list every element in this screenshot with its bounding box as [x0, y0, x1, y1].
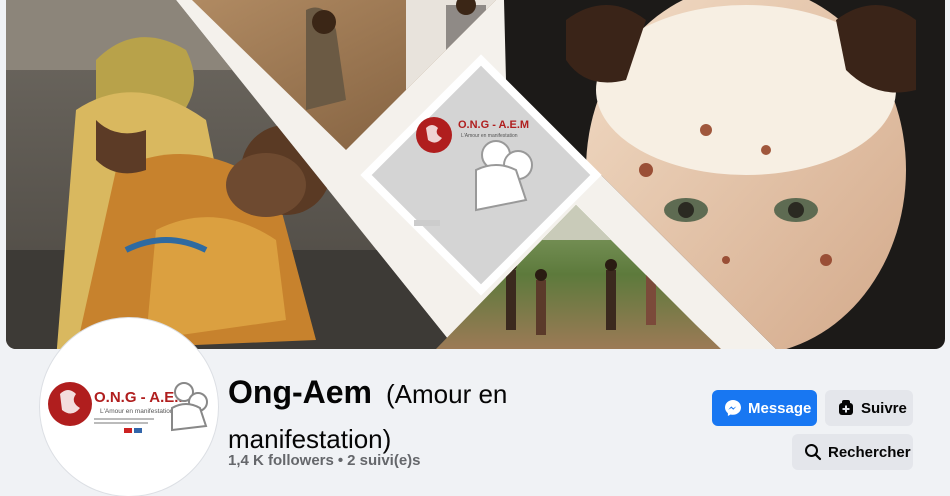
page-subtitle-line1: (Amour en	[386, 379, 508, 409]
page-avatar[interactable]: O.N.G - A.E.M L'Amour en manifestation	[40, 318, 218, 496]
follow-button[interactable]: Suivre	[825, 390, 913, 426]
page-name: Ong-Aem	[228, 374, 372, 410]
page-title: Ong-Aem (Amour en manifestation)	[228, 372, 608, 459]
message-button[interactable]: Message	[712, 390, 817, 426]
cover-photo[interactable]: O.N.G - A.E.M L'Amour en manifestation	[6, 0, 945, 349]
cover-collage-image: O.N.G - A.E.M L'Amour en manifestation	[6, 0, 945, 349]
page-stats: 1,4 K followers • 2 suivi(e)s	[228, 452, 421, 469]
messenger-icon	[724, 399, 742, 417]
stats-separator: •	[337, 452, 344, 469]
follow-label: Suivre	[861, 399, 907, 417]
svg-text:L'Amour en manifestation: L'Amour en manifestation	[100, 408, 174, 415]
svg-text:L'Amour en manifestation: L'Amour en manifestation	[461, 133, 518, 139]
svg-text:O.N.G - A.E.M: O.N.G - A.E.M	[458, 119, 529, 131]
follow-plus-icon	[837, 399, 855, 417]
following-count[interactable]: 2 suivi(e)s	[347, 452, 420, 469]
search-button[interactable]: Rechercher	[792, 434, 913, 470]
followers-count[interactable]: 1,4 K followers	[228, 452, 334, 469]
search-label: Rechercher	[828, 443, 911, 461]
search-icon	[804, 443, 822, 461]
organization-logo-icon: O.N.G - A.E.M L'Amour en manifestation	[44, 322, 214, 492]
message-label: Message	[748, 399, 812, 417]
